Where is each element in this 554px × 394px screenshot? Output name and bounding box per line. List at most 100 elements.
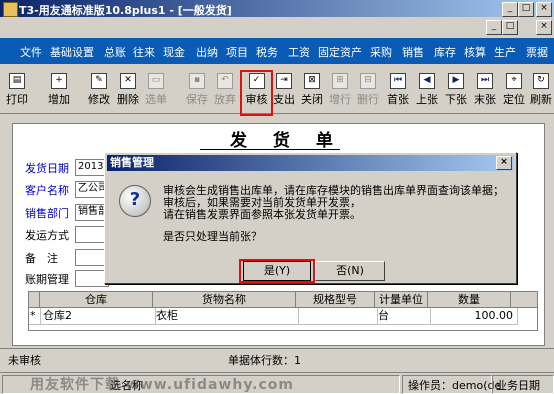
field-label-credit-period: 账期管理 bbox=[25, 273, 69, 286]
cell-item-name[interactable]: 衣柜 bbox=[153, 308, 299, 325]
child-close-button[interactable]: × bbox=[536, 20, 552, 35]
menu-bills[interactable]: 票据 bbox=[526, 44, 548, 60]
audit-status: 未审核 bbox=[8, 354, 41, 367]
menu-inventory[interactable]: 库存 bbox=[434, 44, 456, 60]
menu-costing[interactable]: 核算 bbox=[464, 44, 486, 60]
col-header-extra bbox=[511, 292, 537, 308]
last-icon: ⏭ bbox=[477, 73, 493, 89]
field-label-shipping: 发运方式 bbox=[25, 229, 69, 242]
prev-icon: ◀ bbox=[419, 73, 435, 89]
add-row-button[interactable]: ⊞ 增行 bbox=[327, 72, 353, 110]
add-button[interactable]: + 增加 bbox=[46, 72, 72, 110]
delete-button[interactable]: ✕ 删除 bbox=[115, 72, 141, 110]
add-icon: + bbox=[51, 73, 67, 89]
menu-tax[interactable]: 税务 bbox=[256, 44, 278, 60]
maximize-button[interactable]: □ bbox=[518, 2, 534, 17]
audit-button[interactable]: ✓ 审核 bbox=[240, 70, 273, 116]
dialog-question: 是否只处理当前张？ bbox=[163, 230, 262, 243]
row-header-corner bbox=[29, 292, 40, 308]
child-window-controls: _ □ × bbox=[0, 18, 554, 35]
menu-project[interactable]: 项目 bbox=[226, 44, 248, 60]
menu-fixed-assets[interactable]: 固定资产 bbox=[318, 44, 362, 60]
expense-button[interactable]: ⇥ 支出 bbox=[271, 72, 297, 110]
watermark-text: 用友软件下载 www.ufidawhy.com bbox=[30, 377, 294, 393]
col-header-unit[interactable]: 计量单位 bbox=[375, 292, 428, 308]
delete-icon: ✕ bbox=[120, 73, 136, 89]
save-icon: ▪ bbox=[189, 73, 205, 89]
cancel-icon: ↶ bbox=[217, 73, 233, 89]
window-title: T3-用友通标准版10.8plus1 - [一般发货] bbox=[19, 4, 232, 17]
close-button[interactable]: × bbox=[536, 2, 552, 17]
printer-icon: ▤ bbox=[9, 73, 25, 89]
no-button[interactable]: 否(N) bbox=[315, 261, 385, 281]
select-doc-icon: ▭ bbox=[148, 73, 164, 89]
first-button[interactable]: ⏮ 首张 bbox=[385, 72, 411, 110]
refresh-icon: ↻ bbox=[533, 73, 549, 89]
title-underline bbox=[200, 149, 340, 150]
expense-icon: ⇥ bbox=[276, 73, 292, 89]
menu-payroll[interactable]: 工资 bbox=[288, 44, 310, 60]
menu-ledger[interactable]: 总账 bbox=[104, 44, 126, 60]
question-icon: ? bbox=[119, 185, 151, 217]
status-bar: 未审核 单据体行数：1 bbox=[0, 348, 554, 368]
dialog-close-button[interactable]: × bbox=[496, 156, 512, 170]
save-button[interactable]: ▪ 保存 bbox=[184, 72, 210, 110]
document-title: 发 货 单 bbox=[230, 131, 343, 151]
app-title-bar: T3-用友通标准版10.8plus1 - [一般发货] _ □ × bbox=[0, 0, 554, 17]
edit-icon: ✎ bbox=[91, 73, 107, 89]
dialog-title-bar: 销售管理 × bbox=[107, 155, 514, 171]
close-doc-icon: ⊠ bbox=[304, 73, 320, 89]
sales-management-dialog: 销售管理 × ? 审核会生成销售出库单，请在库存模块的销售出库单界面查询该单据；… bbox=[104, 152, 517, 284]
menu-cashier[interactable]: 出纳 bbox=[196, 44, 218, 60]
minimize-button[interactable]: _ bbox=[502, 2, 518, 17]
menu-bar: 文件 基础设置 总账 往来 现金 出纳 项目 税务 工资 固定资产 采购 销售 … bbox=[0, 38, 554, 64]
operator-info: 操作员：demo(de bbox=[408, 379, 502, 392]
close-doc-button[interactable]: ⊠ 关闭 bbox=[299, 72, 325, 110]
delete-row-button[interactable]: ⊟ 删行 bbox=[355, 72, 381, 110]
discard-button[interactable]: ↶ 放弃 bbox=[212, 72, 238, 110]
menu-accounts[interactable]: 往来 bbox=[133, 44, 155, 60]
child-restore-button[interactable]: □ bbox=[502, 20, 518, 35]
menu-basic-settings[interactable]: 基础设置 bbox=[50, 44, 94, 60]
locate-icon: ⌖ bbox=[506, 73, 522, 89]
col-header-item-name[interactable]: 货物名称 bbox=[153, 292, 296, 308]
edit-button[interactable]: ✎ 修改 bbox=[86, 72, 112, 110]
col-header-warehouse[interactable]: 仓库 bbox=[40, 292, 153, 308]
cell-unit[interactable]: 台 bbox=[375, 308, 431, 325]
add-row-icon: ⊞ bbox=[332, 73, 348, 89]
next-icon: ▶ bbox=[448, 73, 464, 89]
cell-warehouse[interactable]: 仓库2 bbox=[40, 308, 156, 325]
print-button[interactable]: ▤ 打印 bbox=[4, 72, 30, 110]
col-header-spec[interactable]: 规格型号 bbox=[296, 292, 375, 308]
field-label-remark: 备 注 bbox=[25, 252, 58, 265]
refresh-button[interactable]: ↻ 刷新 bbox=[529, 72, 553, 110]
field-label-sales-dept: 销售部门 bbox=[25, 207, 69, 220]
menu-production[interactable]: 生产 bbox=[494, 44, 516, 60]
app-icon bbox=[3, 2, 18, 17]
toolbar: ▤ 打印 + 增加 ✎ 修改 ✕ 删除 ▭ 选单 ▪ 保存 ↶ 放弃 ✓ 审核 ⇥ 支出 ⊠ 关闭 … bbox=[0, 66, 554, 116]
row-count: 单据体行数：1 bbox=[228, 354, 301, 367]
dialog-title: 销售管理 bbox=[110, 156, 154, 169]
cell-qty[interactable]: 100.00 bbox=[428, 308, 518, 325]
menu-sales[interactable]: 销售 bbox=[402, 44, 424, 60]
field-label-customer: 客户名称 bbox=[25, 184, 69, 197]
locate-button[interactable]: ⌖ 定位 bbox=[501, 72, 527, 110]
field-label-delivery-date: 发货日期 bbox=[25, 162, 69, 175]
menu-cash[interactable]: 现金 bbox=[163, 44, 185, 60]
child-minimize-button[interactable]: _ bbox=[486, 20, 502, 35]
col-header-qty[interactable]: 数量 bbox=[428, 292, 511, 308]
first-icon: ⏮ bbox=[390, 73, 406, 89]
menu-purchase[interactable]: 采购 bbox=[370, 44, 392, 60]
dialog-message-line-3: 请在销售发票界面参照本张发货单开票。 bbox=[163, 208, 361, 221]
menu-file[interactable]: 文件 bbox=[20, 44, 42, 60]
select-doc-button[interactable]: ▭ 选单 bbox=[143, 72, 169, 110]
prev-button[interactable]: ◀ 上张 bbox=[414, 72, 440, 110]
cell-spec[interactable] bbox=[296, 308, 378, 325]
next-button[interactable]: ▶ 下张 bbox=[443, 72, 469, 110]
audit-icon: ✓ bbox=[248, 73, 265, 89]
delete-row-icon: ⊟ bbox=[360, 73, 376, 89]
line-items-grid: 仓库 货物名称 规格型号 计量单位 数量 * 仓库2 衣柜 台 100.00 bbox=[28, 291, 538, 331]
last-button[interactable]: ⏭ 末张 bbox=[472, 72, 498, 110]
yes-button[interactable]: 是(Y) bbox=[243, 261, 311, 281]
business-date-label: 业务日期 bbox=[496, 379, 540, 392]
